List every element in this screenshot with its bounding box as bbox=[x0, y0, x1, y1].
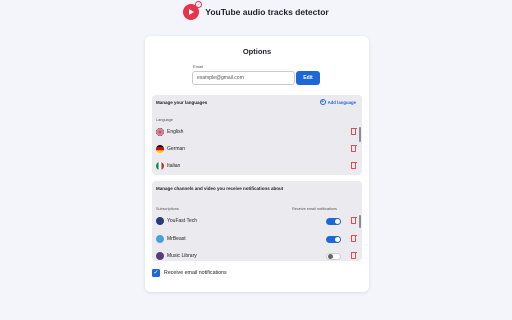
language-row: Italian bbox=[152, 160, 362, 172]
channel-row: Music Library bbox=[152, 250, 362, 261]
channel-row: MrBeast bbox=[152, 233, 362, 245]
language-label: English bbox=[167, 129, 184, 135]
plus-circle-icon: + bbox=[319, 99, 326, 105]
delete-channel-icon[interactable] bbox=[350, 234, 357, 242]
channel-row: YouFast Tech bbox=[152, 215, 362, 227]
receive-notifications-column-label: Receive email notifications bbox=[292, 207, 337, 211]
email-field[interactable]: example@gmail.com bbox=[192, 71, 295, 85]
app-header: ♪ YouTube audio tracks detector bbox=[0, 0, 512, 24]
email-notifications-label: Receive email notifications bbox=[164, 270, 227, 276]
delete-language-german-icon[interactable] bbox=[350, 144, 357, 152]
subscriptions-column-label: Subscriptions bbox=[156, 207, 179, 211]
language-label: Italian bbox=[167, 163, 181, 169]
email-label: Email bbox=[193, 64, 204, 69]
add-language-label: Add language bbox=[327, 99, 356, 105]
uk-flag-icon bbox=[156, 128, 164, 136]
channel-label: YouFast Tech bbox=[167, 218, 198, 224]
channel-avatar bbox=[156, 252, 164, 260]
delete-channel-icon[interactable] bbox=[350, 251, 357, 259]
channel-notification-toggle[interactable] bbox=[326, 252, 341, 260]
languages-panel: Manage your languages + Add language Lan… bbox=[152, 95, 362, 175]
channels-heading: Manage channels and video you receive no… bbox=[156, 186, 284, 191]
options-card: Options Email example@gmail.com Edit Man… bbox=[145, 36, 369, 292]
edit-email-button[interactable]: Edit bbox=[296, 71, 320, 85]
germany-flag-icon bbox=[156, 145, 164, 153]
add-language-button[interactable]: + Add language bbox=[319, 99, 356, 105]
language-row: English bbox=[152, 126, 362, 138]
delete-channel-icon[interactable] bbox=[350, 216, 357, 224]
channel-label: MrBeast bbox=[167, 236, 186, 242]
italy-flag-icon bbox=[156, 162, 164, 170]
delete-language-italian-icon[interactable] bbox=[350, 161, 357, 169]
channel-notification-toggle[interactable] bbox=[326, 217, 341, 225]
channels-scrollbar[interactable] bbox=[359, 215, 361, 228]
channels-panel: Manage channels and video you receive no… bbox=[152, 181, 362, 261]
email-notifications-option[interactable]: ✓ Receive email notifications bbox=[152, 269, 227, 277]
channel-notification-toggle[interactable] bbox=[326, 235, 341, 243]
channel-avatar bbox=[156, 235, 164, 243]
app-title: YouTube audio tracks detector bbox=[205, 7, 329, 17]
languages-scrollbar[interactable] bbox=[359, 127, 361, 142]
channel-label: Music Library bbox=[167, 253, 197, 259]
language-label: German bbox=[167, 146, 186, 152]
page-title: Options bbox=[242, 47, 272, 56]
language-column-label: Language bbox=[156, 118, 173, 122]
language-row: German bbox=[152, 143, 362, 155]
languages-heading: Manage your languages bbox=[156, 100, 208, 105]
delete-language-english-icon[interactable] bbox=[350, 127, 357, 135]
channel-avatar bbox=[156, 217, 164, 225]
app-logo-icon: ♪ bbox=[183, 1, 203, 20]
email-notifications-checkbox[interactable]: ✓ bbox=[152, 269, 160, 277]
